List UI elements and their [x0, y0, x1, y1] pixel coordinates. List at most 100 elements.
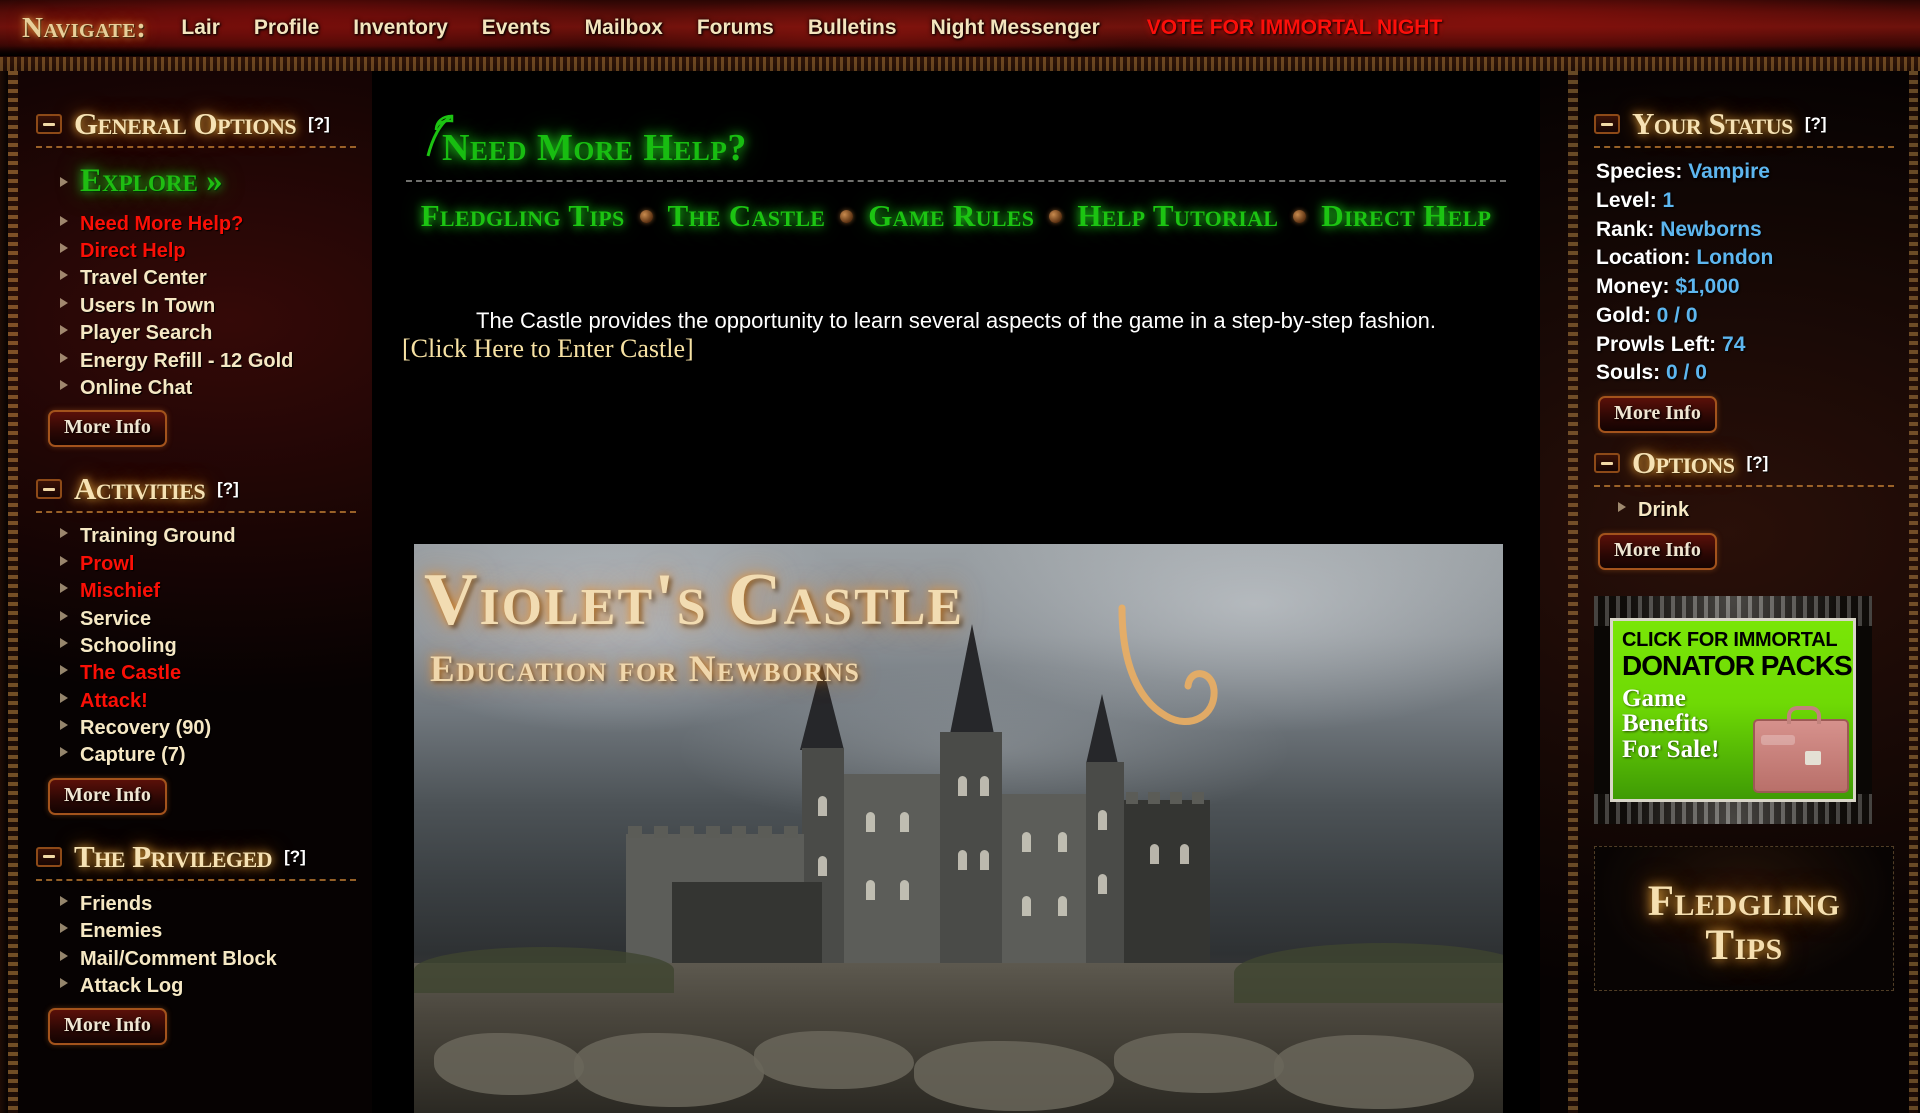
collapse-toggle-your-status[interactable] [1594, 114, 1620, 134]
nav-link-events[interactable]: Events [465, 16, 568, 40]
status-row-rank: Rank: Newborns [1596, 216, 1894, 245]
status-value: London [1696, 246, 1774, 270]
bullet-arrow-icon [60, 555, 68, 566]
status-label: Prowls Left: [1596, 332, 1717, 356]
separator-dot-icon [1049, 209, 1063, 223]
collapse-toggle-options[interactable] [1594, 453, 1620, 474]
sidebar-item-travel-center[interactable]: Travel Center [36, 265, 356, 292]
sidebar-item-label: Energy Refill - 12 Gold [80, 349, 294, 372]
nav-link-profile[interactable]: Profile [237, 16, 336, 40]
sidebar-item-recovery[interactable]: Recovery (90) [36, 715, 356, 742]
status-row-gold: Gold: 0 / 0 [1596, 302, 1894, 331]
collapse-toggle-general-options[interactable] [36, 114, 62, 134]
enter-castle-link[interactable]: [Click Here to Enter Castle] [402, 334, 694, 363]
right-sidebar: Your Status [?] Species: Vampire Level: … [1568, 71, 1920, 1113]
status-label: Level: [1596, 188, 1657, 212]
castle-window [818, 796, 827, 816]
castle-window [980, 776, 989, 796]
sidebar-item-online-chat[interactable]: Online Chat [36, 375, 356, 402]
castle-window [818, 856, 827, 876]
sidebar-item-attack-log[interactable]: Attack Log [36, 973, 356, 1000]
castle-wall [844, 774, 940, 978]
bullet-arrow-icon [60, 379, 68, 390]
bullet-arrow-icon [60, 692, 68, 703]
nav-link-lair[interactable]: Lair [164, 16, 237, 40]
more-info-button-the-privileged[interactable]: More Info [48, 1008, 167, 1046]
nav-link-bulletins[interactable]: Bulletins [791, 16, 914, 40]
nav-link-forums[interactable]: Forums [680, 16, 791, 40]
castle-window [1098, 874, 1107, 894]
nav-links: Lair Profile Inventory Events Mailbox Fo… [164, 16, 1459, 40]
fledgling-tips-panel[interactable]: Fledgling Tips [1594, 845, 1894, 991]
bullet-arrow-icon [60, 747, 68, 758]
sidebar-item-mail-comment-block[interactable]: Mail/Comment Block [36, 946, 356, 973]
status-value: 0 / 0 [1666, 361, 1707, 385]
grass-shape [1234, 943, 1503, 1003]
subnav-link-the-castle[interactable]: The Castle [660, 198, 834, 234]
subnav-link-game-rules[interactable]: Game Rules [860, 198, 1042, 234]
bullet-arrow-icon [60, 528, 68, 539]
sidebar-item-prowl[interactable]: Prowl [36, 551, 356, 578]
panel-header-the-privileged: The Privileged [?] [36, 839, 356, 875]
subnav-link-direct-help[interactable]: Direct Help [1313, 198, 1499, 234]
sidebar-item-explore[interactable]: Explore » [36, 158, 356, 211]
decorative-swash [1118, 604, 1218, 725]
more-info-button-general-options[interactable]: More Info [48, 410, 167, 448]
sidebar-item-enemies[interactable]: Enemies [36, 918, 356, 945]
nav-link-inventory[interactable]: Inventory [336, 16, 465, 40]
bullet-arrow-icon [60, 950, 68, 961]
sidebar-item-users-in-town[interactable]: Users In Town [36, 293, 356, 320]
status-row-location: Location: London [1596, 244, 1894, 273]
sidebar-item-drink[interactable]: Drink [1594, 497, 1894, 524]
castle-battlements [1126, 792, 1212, 804]
castle-window [1150, 844, 1159, 864]
sidebar-item-service[interactable]: Service [36, 606, 356, 633]
grass-shape [414, 947, 674, 993]
sidebar-item-capture[interactable]: Capture (7) [36, 742, 356, 769]
sidebar-item-mischief[interactable]: Mischief [36, 578, 356, 605]
sidebar-item-energy-refill[interactable]: Energy Refill - 12 Gold [36, 348, 356, 375]
help-icon-options[interactable]: [?] [1747, 453, 1769, 473]
help-icon-your-status[interactable]: [?] [1805, 114, 1827, 134]
briefcase-strap [1761, 734, 1795, 745]
right-decorative-border [1568, 71, 1578, 1113]
bullet-arrow-icon [60, 243, 68, 253]
nav-link-night-messenger[interactable]: Night Messenger [914, 16, 1117, 40]
sidebar-item-label: Friends [80, 892, 153, 915]
nav-link-vote-for-immortal-night[interactable]: VOTE FOR IMMORTAL NIGHT [1117, 16, 1460, 40]
sidebar-item-training-ground[interactable]: Training Ground [36, 523, 356, 550]
collapse-toggle-the-privileged[interactable] [36, 846, 62, 867]
sidebar-item-direct-help[interactable]: Direct Help [36, 238, 356, 265]
more-info-button-options[interactable]: More Info [1598, 532, 1717, 570]
sidebar-item-the-castle[interactable]: The Castle [36, 660, 356, 687]
status-label: Location: [1596, 246, 1691, 270]
help-icon-the-privileged[interactable]: [?] [284, 847, 306, 867]
sidebar-item-need-more-help[interactable]: Need More Help? [36, 211, 356, 238]
nav-link-mailbox[interactable]: Mailbox [568, 16, 680, 40]
violets-castle-banner-image[interactable]: Violet's Castle Education for Newborns [414, 544, 1503, 1113]
castle-window [900, 812, 909, 832]
page-title: Need More Help? [442, 127, 747, 169]
subnav-link-help-tutorial[interactable]: Help Tutorial [1069, 198, 1286, 234]
help-icon-general-options[interactable]: [?] [308, 114, 330, 134]
status-label: Species: [1596, 160, 1683, 183]
briefcase-icon [1753, 705, 1849, 793]
help-icon-activities[interactable]: [?] [217, 479, 239, 499]
subnav-link-fledgling-tips[interactable]: Fledgling Tips [413, 198, 633, 234]
castle-tower [1086, 762, 1124, 978]
status-label: Souls: [1596, 361, 1661, 385]
sidebar-item-player-search[interactable]: Player Search [36, 320, 356, 347]
panel-title-options: Options [1632, 445, 1735, 481]
sidebar-item-label: Direct Help [80, 240, 186, 262]
more-info-button-activities[interactable]: More Info [48, 777, 167, 815]
castle-window [866, 812, 875, 832]
status-value: 74 [1722, 332, 1746, 356]
sidebar-item-friends[interactable]: Friends [36, 891, 356, 918]
sidebar-item-attack[interactable]: Attack! [36, 688, 356, 715]
more-info-button-your-status[interactable]: More Info [1598, 396, 1717, 434]
donator-packs-ad-banner[interactable]: CLICK FOR IMMORTAL DONATOR PACKS Game Be… [1594, 595, 1872, 824]
collapse-toggle-activities[interactable] [36, 479, 62, 500]
sidebar-item-schooling[interactable]: Schooling [36, 633, 356, 660]
status-value: 0 / 0 [1656, 303, 1698, 327]
